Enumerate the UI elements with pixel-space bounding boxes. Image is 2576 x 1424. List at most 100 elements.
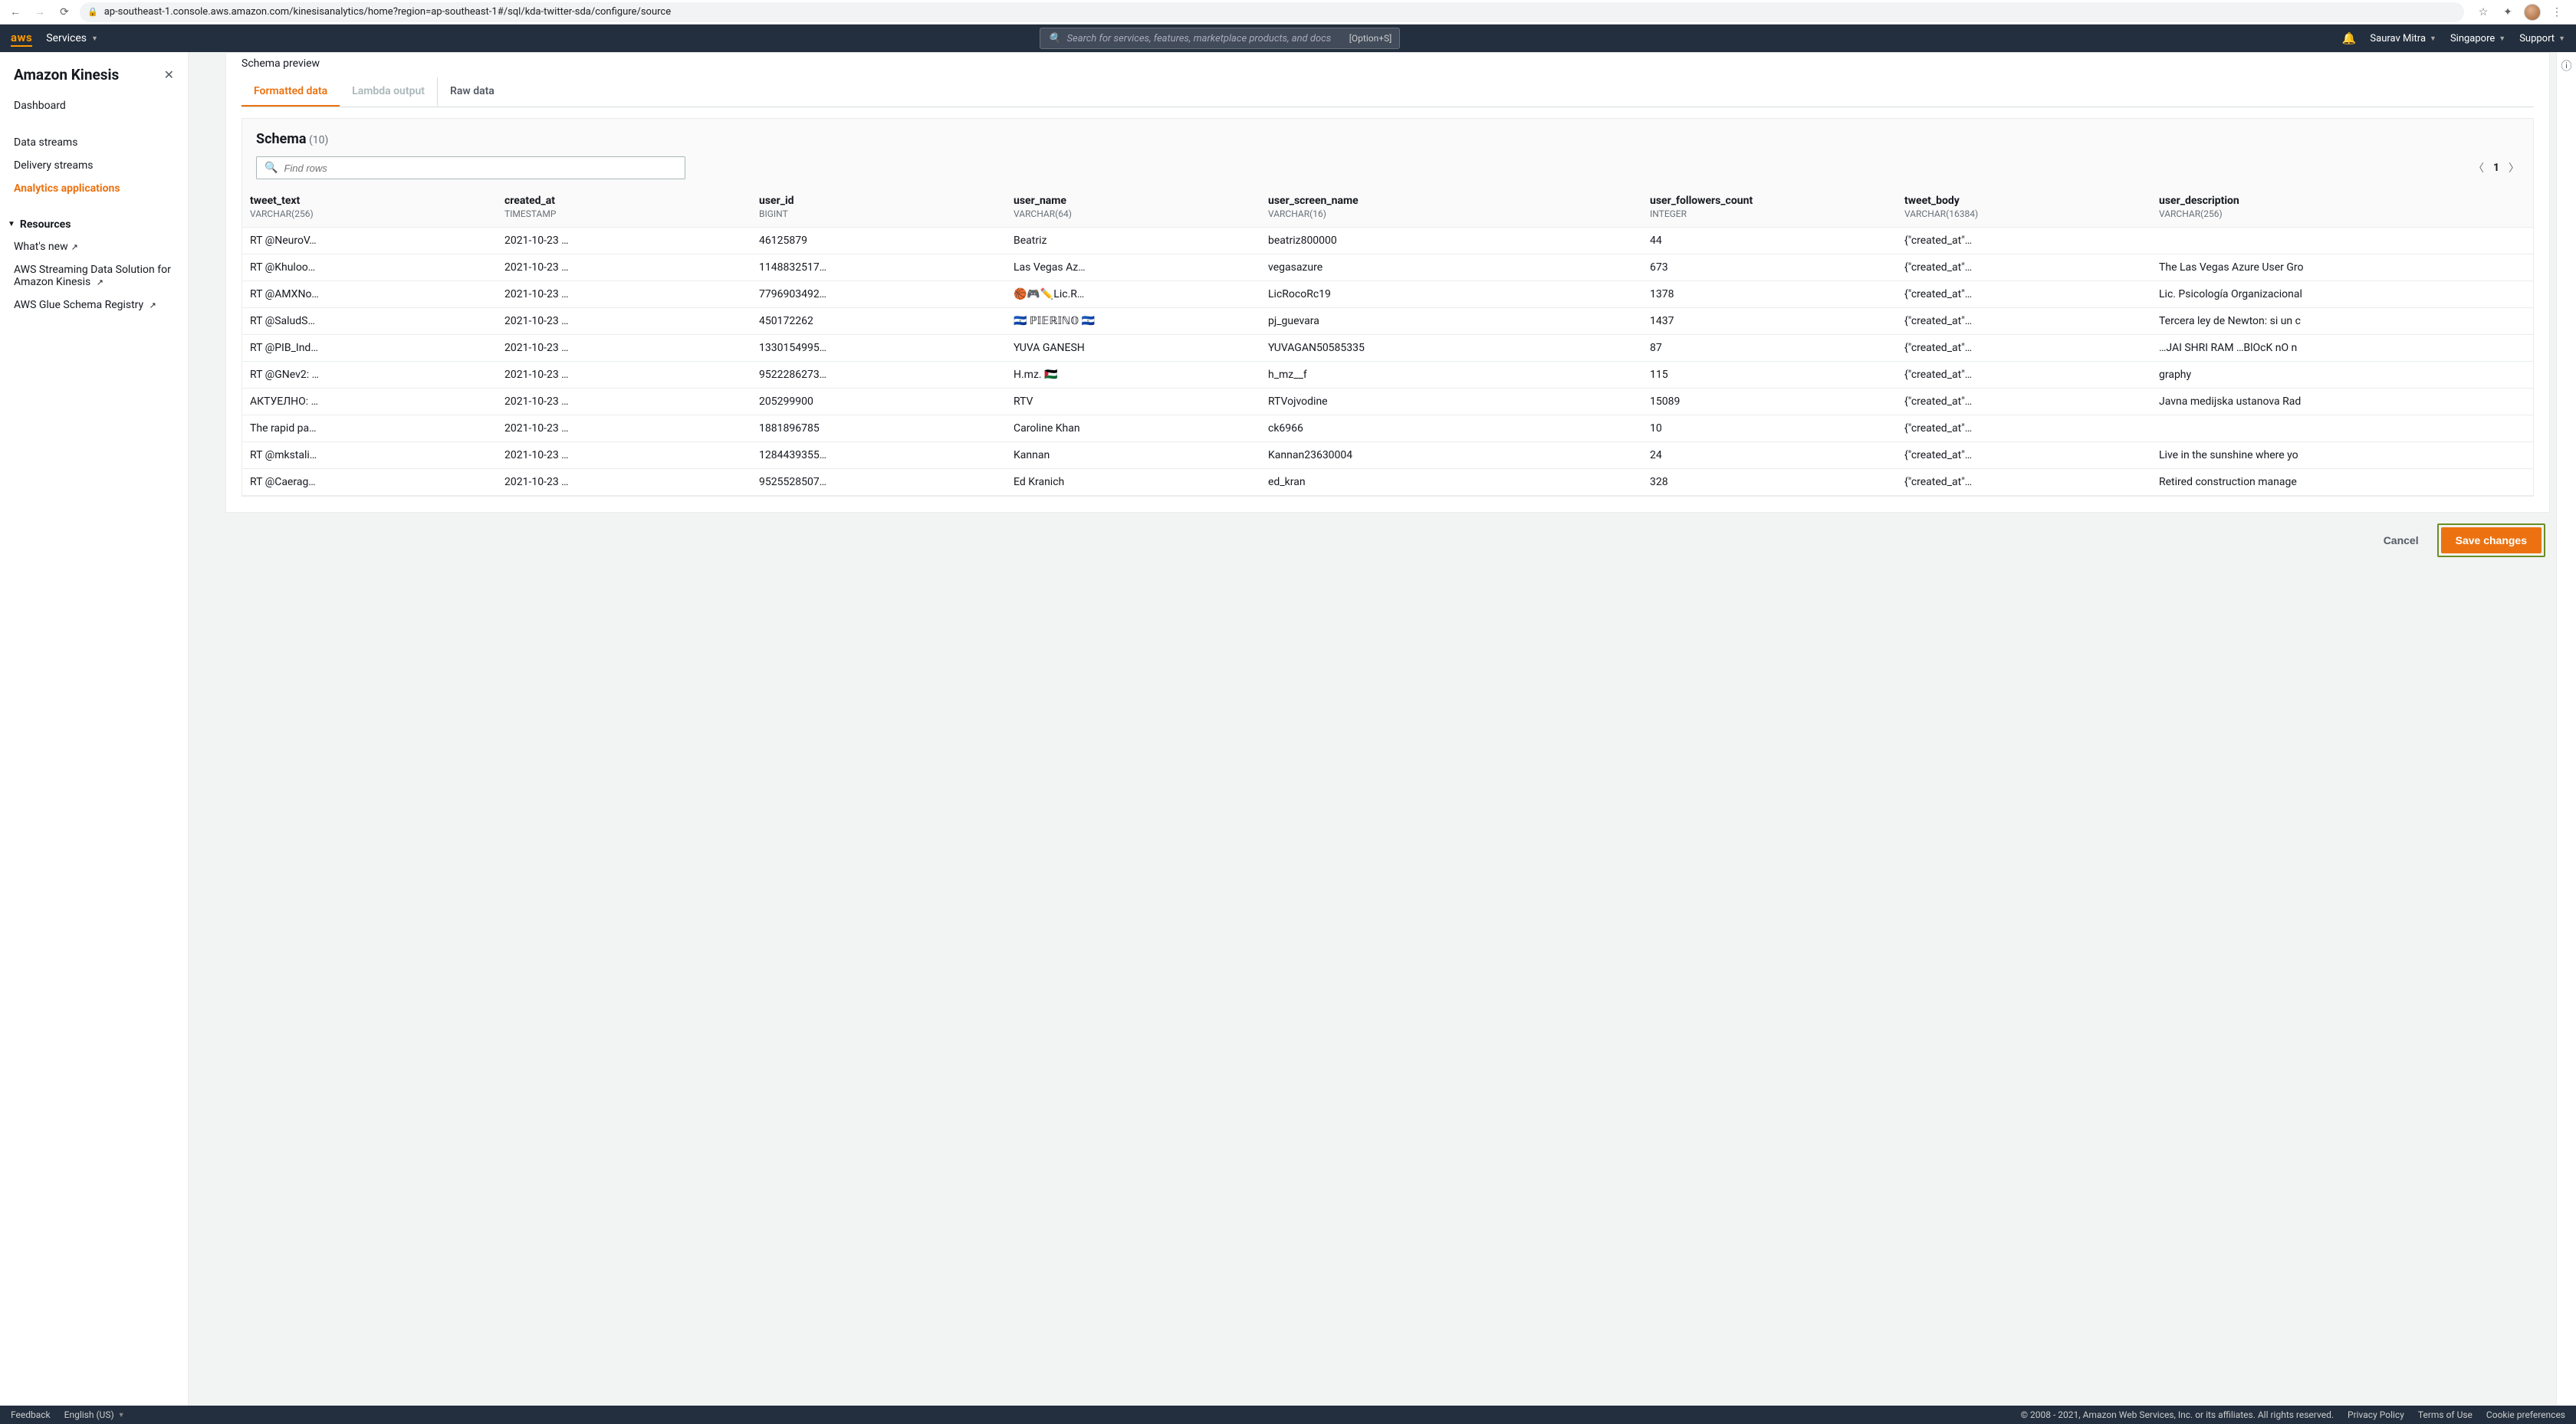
cell: 2021-10-23 … [497,415,751,442]
cell: Ed Kranich [1006,469,1260,496]
column-header[interactable]: user_screen_nameVARCHAR(16) [1260,187,1642,228]
services-menu[interactable]: Services ▼ [46,32,98,44]
column-header[interactable]: user_idBIGINT [751,187,1006,228]
cell: 1437 [1642,308,1897,335]
sidebar-item-dashboard[interactable]: Dashboard [0,94,188,117]
cell: Las Vegas Az… [1006,254,1260,281]
chevron-down-icon: ▼ [2430,34,2436,43]
info-icon[interactable]: ⓘ [2561,58,2572,1406]
cell: 2021-10-23 … [497,389,751,415]
cell: 1284439355… [751,442,1006,469]
column-header[interactable]: created_atTIMESTAMP [497,187,751,228]
url-bar[interactable]: 🔒 ap-southeast-1.console.aws.amazon.com/… [80,2,2464,22]
cookies-link[interactable]: Cookie preferences [2486,1409,2565,1420]
section-label: Schema preview [242,53,2534,77]
save-highlight: Save changes [2437,523,2545,557]
cell: 673 [1642,254,1897,281]
forward-icon[interactable]: → [31,3,49,21]
column-header[interactable]: tweet_textVARCHAR(256) [242,187,497,228]
sidebar-item-delivery-streams[interactable]: Delivery streams [0,154,188,177]
cell: 15089 [1642,389,1897,415]
cell: {"created_at"… [1897,415,2151,442]
cell: {"created_at"… [1897,335,2151,362]
cell: 2021-10-23 … [497,442,751,469]
lock-icon: 🔒 [87,7,98,17]
copyright-text: © 2008 - 2021, Amazon Web Services, Inc.… [2021,1409,2334,1420]
table-row[interactable]: RT @GNev2: …2021-10-23 …9522286273…H.mz.… [242,362,2533,389]
external-link-icon: ↗ [97,277,104,287]
sidebar-item-analytics[interactable]: Analytics applications [0,177,188,200]
extensions-icon[interactable]: ✦ [2499,4,2516,21]
cell: 7796903492… [751,281,1006,308]
table-row[interactable]: RT @mkstali…2021-10-23 …1284439355…Kanna… [242,442,2533,469]
table-row[interactable]: RT @AMXNo…2021-10-23 …7796903492…🏀🎮✏️Lic… [242,281,2533,308]
cell: {"created_at"… [1897,389,2151,415]
column-header[interactable]: tweet_bodyVARCHAR(16384) [1897,187,2151,228]
table-row[interactable]: RT @PIB_Ind…2021-10-23 …1330154995…YUVA … [242,335,2533,362]
terms-link[interactable]: Terms of Use [2418,1409,2472,1420]
sidebar-item-streaming-solution[interactable]: AWS Streaming Data Solution for Amazon K… [0,258,188,294]
cell: RT @AMXNo… [242,281,497,308]
table-row[interactable]: АКТУЕЛНО: …2021-10-23 …205299900RTVRTVoj… [242,389,2533,415]
column-header[interactable]: user_nameVARCHAR(64) [1006,187,1260,228]
feedback-link[interactable]: Feedback [11,1409,51,1420]
data-grid: tweet_textVARCHAR(256)created_atTIMESTAM… [242,187,2533,496]
cell: Kannan [1006,442,1260,469]
find-rows-field[interactable] [284,162,677,174]
tab-lambda-output[interactable]: Lambda output [340,77,437,107]
action-row: Cancel Save changes [225,513,2550,562]
cell: LicRocoRc19 [1260,281,1642,308]
account-menu[interactable]: Saurav Mitra▼ [2370,33,2436,44]
region-menu[interactable]: Singapore▼ [2450,33,2505,44]
privacy-link[interactable]: Privacy Policy [2348,1409,2404,1420]
table-row[interactable]: RT @SaludS…2021-10-23 …450172262🇸🇻 ℙ𝕀𝔼ℝ𝕀… [242,308,2533,335]
table-row[interactable]: RT @Caerag…2021-10-23 …9525528507…Ed Kra… [242,469,2533,496]
menu-icon[interactable]: ⋮ [2548,4,2565,21]
cell: {"created_at"… [1897,469,2151,496]
cell [2151,228,2533,254]
tab-raw-data[interactable]: Raw data [437,77,507,107]
sidebar-item-data-streams[interactable]: Data streams [0,131,188,154]
cancel-button[interactable]: Cancel [2376,528,2426,553]
preview-tabs: Formatted data Lambda output Raw data [242,77,2534,107]
console-footer: Feedback English (US)▼ © 2008 - 2021, Am… [0,1406,2576,1424]
search-placeholder: Search for services, features, marketpla… [1067,33,1332,44]
cell: 9525528507… [751,469,1006,496]
table-row[interactable]: RT @Khuloo…2021-10-23 …1148832517…Las Ve… [242,254,2533,281]
column-header[interactable]: user_followers_countINTEGER [1642,187,1897,228]
sidebar-group-resources[interactable]: ▼Resources [0,214,188,235]
cell: Javna medijska ustanova Rad [2151,389,2533,415]
tab-formatted-data[interactable]: Formatted data [242,77,340,107]
prev-page-icon[interactable]: 〈 [2473,160,2484,176]
cell: {"created_at"… [1897,228,2151,254]
next-page-icon[interactable]: 〉 [2509,160,2519,176]
column-header[interactable]: user_descriptionVARCHAR(256) [2151,187,2533,228]
reload-icon[interactable]: ⟳ [55,3,74,21]
cell: 2021-10-23 … [497,254,751,281]
back-icon[interactable]: ← [6,3,25,21]
sidebar-item-glue[interactable]: AWS Glue Schema Registry ↗ [0,294,188,317]
cell: 9522286273… [751,362,1006,389]
cell: Live in the sunshine where yo [2151,442,2533,469]
star-icon[interactable]: ☆ [2475,4,2492,21]
sidebar-item-whats-new[interactable]: What's new↗ [0,235,188,258]
find-rows-input[interactable]: 🔍 [256,156,685,179]
table-row[interactable]: RT @NeuroV…2021-10-23 …46125879Beatrizbe… [242,228,2533,254]
aws-search[interactable]: 🔍 Search for services, features, marketp… [1040,28,1400,49]
cell: 2021-10-23 … [497,362,751,389]
language-menu[interactable]: English (US)▼ [64,1409,125,1420]
cell: 24 [1642,442,1897,469]
search-shortcut: [Option+S] [1349,33,1392,44]
cell: Kannan23630004 [1260,442,1642,469]
support-menu[interactable]: Support▼ [2519,33,2565,44]
aws-logo[interactable]: aws [11,31,32,47]
save-changes-button[interactable]: Save changes [2441,527,2542,553]
cell: YUVA GANESH [1006,335,1260,362]
notifications-icon[interactable]: 🔔 [2342,31,2357,45]
profile-avatar[interactable] [2524,4,2541,21]
cell: 450172262 [751,308,1006,335]
cell: 87 [1642,335,1897,362]
close-icon[interactable]: ✕ [164,67,174,82]
cell: 44 [1642,228,1897,254]
table-row[interactable]: The rapid pa…2021-10-23 …1881896785Carol… [242,415,2533,442]
